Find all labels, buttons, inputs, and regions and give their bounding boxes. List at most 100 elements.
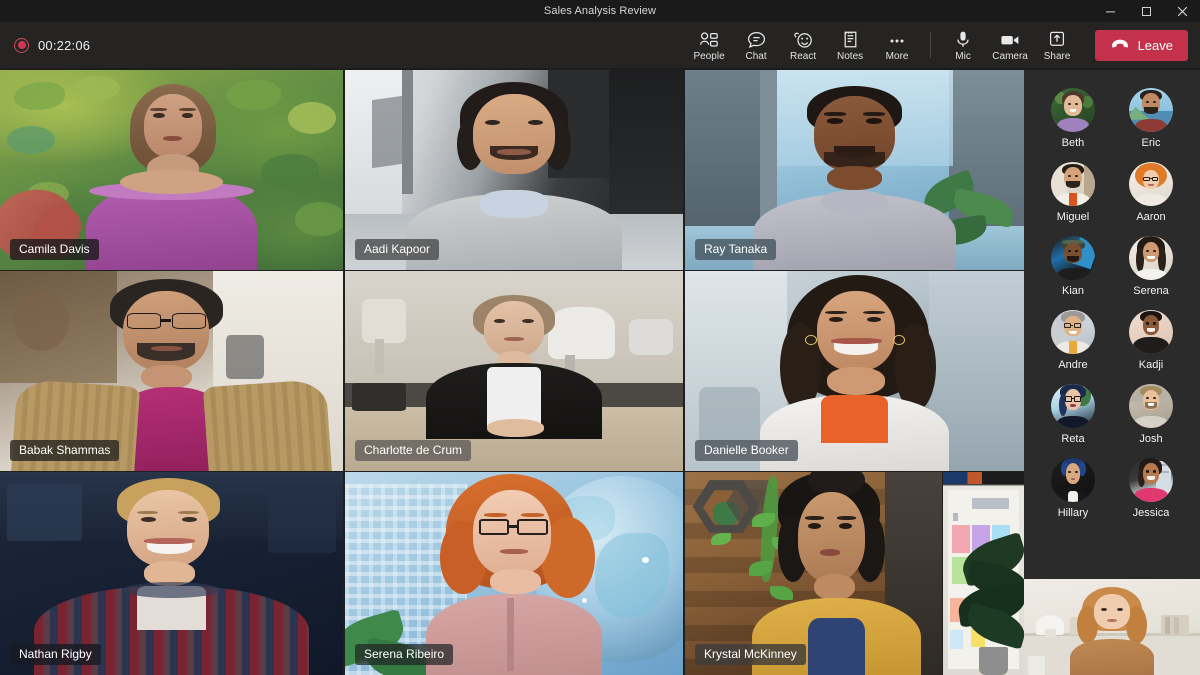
share-button[interactable]: Share bbox=[1034, 26, 1081, 64]
roster-item-reta[interactable]: Reta bbox=[1034, 380, 1112, 454]
recording-timer: 00:22:06 bbox=[38, 37, 91, 53]
tile-nameplate: Nathan Rigby bbox=[10, 644, 101, 665]
tile-nameplate: Aadi Kapoor bbox=[355, 239, 440, 260]
video-tile-serena-ribeiro[interactable]: Serena Ribeiro bbox=[345, 472, 683, 675]
roster-item-serena[interactable]: Serena bbox=[1112, 232, 1190, 306]
video-tile-charlotte-de-crum[interactable]: Charlotte de Crum bbox=[345, 271, 683, 471]
more-button[interactable]: More bbox=[874, 26, 921, 64]
video-tile-ray-tanaka[interactable]: Ray Tanaka bbox=[685, 70, 1024, 270]
roster-name: Josh bbox=[1139, 433, 1163, 445]
minimize-button[interactable] bbox=[1092, 0, 1128, 22]
chat-icon bbox=[747, 29, 766, 49]
roster-item-andre[interactable]: Andre bbox=[1034, 306, 1112, 380]
chat-button[interactable]: Chat bbox=[733, 26, 780, 64]
avatar-kian bbox=[1051, 236, 1095, 280]
react-button[interactable]: React bbox=[780, 26, 827, 64]
tile-nameplate: Babak Shammas bbox=[10, 440, 120, 461]
avatar-hillary bbox=[1051, 458, 1095, 502]
window-title: Sales Analysis Review bbox=[543, 5, 657, 17]
roster-name: Jessica bbox=[1132, 507, 1170, 519]
react-label: React bbox=[790, 51, 817, 62]
avatar-andre bbox=[1051, 310, 1095, 354]
video-scene bbox=[943, 472, 1024, 675]
maximize-button[interactable] bbox=[1128, 0, 1164, 22]
tile-nameplate: Charlotte de Crum bbox=[355, 440, 472, 461]
chat-label: Chat bbox=[745, 51, 767, 62]
roster-item-kian[interactable]: Kian bbox=[1034, 232, 1112, 306]
tile-nameplate: Krystal McKinney bbox=[695, 644, 806, 665]
camera-label: Camera bbox=[992, 51, 1028, 62]
react-icon bbox=[793, 29, 814, 49]
video-tile-camila-davis[interactable]: Camila Davis bbox=[0, 70, 343, 270]
roster-name: Beth bbox=[1061, 137, 1085, 149]
roster-name: Reta bbox=[1061, 433, 1085, 445]
roster-item-eric[interactable]: Eric bbox=[1112, 84, 1190, 158]
share-icon bbox=[1048, 29, 1066, 49]
notes-button[interactable]: Notes bbox=[827, 26, 874, 64]
video-tile-krystal-mckinney[interactable]: Krystal McKinney bbox=[685, 472, 942, 675]
roster-name: Kadji bbox=[1138, 359, 1164, 371]
toolbar-actions: People Chat React Notes More Mic Camera … bbox=[686, 26, 1200, 64]
record-dot-icon bbox=[14, 37, 29, 53]
avatar-beth bbox=[1051, 88, 1095, 132]
recording-indicator: 00:22:06 bbox=[14, 37, 91, 53]
tile-nameplate: Camila Davis bbox=[10, 239, 99, 260]
camera-icon bbox=[999, 29, 1021, 49]
people-icon bbox=[699, 29, 719, 49]
video-tile-nathan-rigby[interactable]: Nathan Rigby bbox=[0, 472, 343, 675]
roster-name: Serena bbox=[1133, 285, 1169, 297]
roster-name: Hillary bbox=[1057, 507, 1089, 519]
roster-item-josh[interactable]: Josh bbox=[1112, 380, 1190, 454]
people-button[interactable]: People bbox=[686, 26, 733, 64]
share-label: Share bbox=[1043, 51, 1071, 62]
leave-button[interactable]: Leave bbox=[1094, 29, 1188, 61]
camera-button[interactable]: Camera bbox=[987, 26, 1034, 64]
tile-nameplate: Serena Ribeiro bbox=[355, 644, 454, 665]
roster-item-miguel[interactable]: Miguel bbox=[1034, 158, 1112, 232]
more-label: More bbox=[885, 51, 909, 62]
roster-name: Miguel bbox=[1056, 211, 1090, 223]
video-tile-whiteboard[interactable] bbox=[943, 472, 1024, 675]
people-label: People bbox=[693, 51, 725, 62]
participant-roster: Beth Eric Miguel Aaron Kian Serena Andre… bbox=[1024, 70, 1200, 528]
avatar-jessica bbox=[1129, 458, 1173, 502]
tile-nameplate: Ray Tanaka bbox=[695, 239, 777, 260]
close-button[interactable] bbox=[1164, 0, 1200, 22]
roster-name: Kian bbox=[1061, 285, 1085, 297]
toolbar-divider bbox=[929, 32, 931, 58]
avatar-miguel bbox=[1051, 162, 1095, 206]
leave-label: Leave bbox=[1137, 37, 1173, 53]
notes-label: Notes bbox=[837, 51, 864, 62]
avatar-eric bbox=[1129, 88, 1173, 132]
video-tile-babak-shammas[interactable]: Babak Shammas bbox=[0, 271, 343, 471]
self-view-scene bbox=[1024, 579, 1200, 675]
avatar-serena bbox=[1129, 236, 1173, 280]
video-tile-aadi-kapoor[interactable]: Aadi Kapoor bbox=[345, 70, 683, 270]
roster-item-aaron[interactable]: Aaron bbox=[1112, 158, 1190, 232]
more-icon bbox=[887, 29, 907, 49]
roster-item-jessica[interactable]: Jessica bbox=[1112, 454, 1190, 528]
roster-name: Aaron bbox=[1136, 211, 1166, 223]
roster-name: Eric bbox=[1141, 137, 1161, 149]
mic-label: Mic bbox=[955, 51, 971, 62]
self-view-tile[interactable] bbox=[1024, 579, 1200, 675]
mic-button[interactable]: Mic bbox=[940, 26, 987, 64]
roster-item-beth[interactable]: Beth bbox=[1034, 84, 1112, 158]
title-bar: Sales Analysis Review bbox=[0, 0, 1200, 22]
roster-name: Andre bbox=[1058, 359, 1088, 371]
hangup-icon bbox=[1110, 36, 1130, 54]
tile-nameplate: Danielle Booker bbox=[695, 440, 798, 461]
notes-icon bbox=[842, 29, 859, 49]
roster-item-kadji[interactable]: Kadji bbox=[1112, 306, 1190, 380]
window-controls bbox=[1092, 0, 1200, 22]
avatar-reta bbox=[1051, 384, 1095, 428]
participant-rail: Beth Eric Miguel Aaron Kian Serena Andre… bbox=[1024, 70, 1200, 675]
avatar-josh bbox=[1129, 384, 1173, 428]
video-tile-danielle-booker[interactable]: Danielle Booker bbox=[685, 271, 1024, 471]
meeting-toolbar: 00:22:06 People Chat React Notes More Mi… bbox=[0, 22, 1200, 69]
avatar-kadji bbox=[1129, 310, 1173, 354]
avatar-aaron bbox=[1129, 162, 1173, 206]
roster-item-hillary[interactable]: Hillary bbox=[1034, 454, 1112, 528]
microphone-icon bbox=[955, 29, 971, 49]
video-stage: Camila Davis Aadi Kapoor Ray Tanaka Baba… bbox=[0, 70, 1024, 675]
